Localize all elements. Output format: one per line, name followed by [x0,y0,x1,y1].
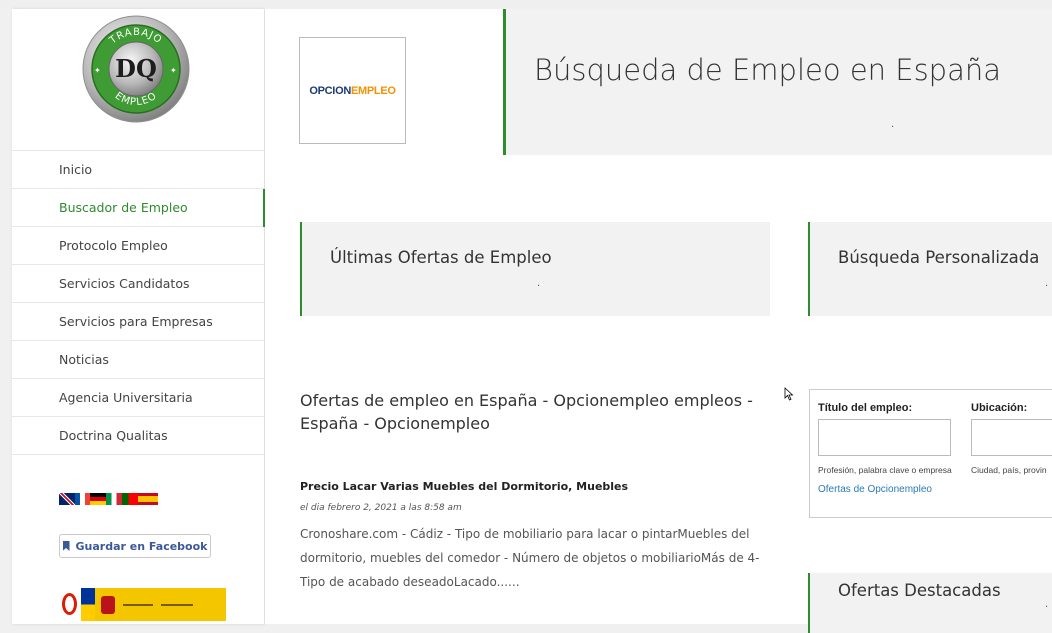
job-title-hint: Profesión, palabra clave o empresa [818,465,952,475]
language-flags [59,493,184,505]
crest-icon [101,595,115,614]
location-hint: Ciudad, país, provin [971,465,1047,475]
eu-flag-icon [59,588,81,621]
spain-flag-icon[interactable] [138,493,158,505]
opcionempleo-logo[interactable]: OPCION EMPLEO [299,37,406,144]
featured-offers-section: Ofertas Destacadas . [808,573,1052,633]
offer-date: el dia febrero 2, 2021 a las 8:58 am [300,503,462,513]
main-navigation: Inicio Buscador de Empleo Protocolo Empl… [12,150,265,455]
latest-offers-section: Últimas Ofertas de Empleo . [300,222,770,316]
offer-description: Cronoshare.com - Cádiz - Tipo de mobilia… [300,527,760,589]
star-icon: ✦ [94,66,101,75]
trabajo-dq-empleo-logo[interactable]: TRABAJO EMPLEO DQ ✦ ✦ [80,13,192,125]
featured-offers-title: Ofertas Destacadas [838,581,1001,600]
opcionempleo-logo-part1: OPCION [309,84,351,97]
location-label: Ubicación: [971,402,1028,414]
germany-flag-icon[interactable] [90,493,106,505]
custom-search-title: Búsqueda Personalizada [838,248,1040,267]
star-icon: ✦ [170,66,177,75]
france-flag-icon[interactable] [75,493,90,505]
nav-item-servicios-empresas[interactable]: Servicios para Empresas [12,303,264,341]
location-input[interactable] [971,419,1052,456]
main-content: OPCION EMPLEO Búsqueda de Empleo en Españ… [265,9,1052,633]
opcionempleo-offers-link[interactable]: Ofertas de Opcionempleo [818,484,932,495]
nav-item-inicio[interactable]: Inicio [12,151,264,189]
nav-item-doctrina-qualitas[interactable]: Doctrina Qualitas [12,417,264,455]
custom-search-dot: . [1045,278,1049,289]
gobierno-espana-logo [59,588,226,621]
offer-title-link[interactable]: Precio Lacar Varias Muebles del Dormitor… [300,480,628,493]
nav-item-buscador-empleo[interactable]: Buscador de Empleo [12,189,265,227]
custom-search-section: Búsqueda Personalizada . [808,222,1052,316]
italy-flag-icon[interactable] [106,493,122,505]
spain-coat-icon [81,588,95,621]
page-title: Búsqueda de Empleo en España [534,53,1002,87]
latest-offers-dot: . [537,278,541,289]
latest-offers-title: Últimas Ofertas de Empleo [330,248,552,267]
save-facebook-button[interactable]: Guardar en Facebook [59,534,211,558]
job-search-form: Título del empleo: Ubicación: Profesión,… [809,389,1052,518]
nav-item-protocolo-empleo[interactable]: Protocolo Empleo [12,227,264,265]
job-title-label: Título del empleo: [818,402,913,414]
opcionempleo-logo-part2: EMPLEO [350,84,396,97]
header-dot: . [891,119,895,130]
nav-item-servicios-candidatos[interactable]: Servicios Candidatos [12,265,264,303]
nav-item-noticias[interactable]: Noticias [12,341,264,379]
job-title-input[interactable] [818,419,951,456]
logo-center-text: DQ [115,54,157,83]
save-facebook-label: Guardar en Facebook [75,539,208,553]
featured-offers-dot: . [1045,599,1049,610]
offers-heading: Ofertas de empleo en España - Opcionempl… [300,391,753,433]
nav-item-agencia-universitaria[interactable]: Agencia Universitaria [12,379,264,417]
uk-flag-icon[interactable] [59,493,75,505]
portugal-flag-icon[interactable] [122,493,138,505]
bookmark-icon [62,541,70,551]
browser-top-strip [0,0,1052,8]
page-header: Búsqueda de Empleo en España . [503,9,1052,155]
sidebar: TRABAJO EMPLEO DQ ✦ ✦ Inicio Buscador de… [12,9,265,624]
mouse-cursor-icon [784,387,794,401]
